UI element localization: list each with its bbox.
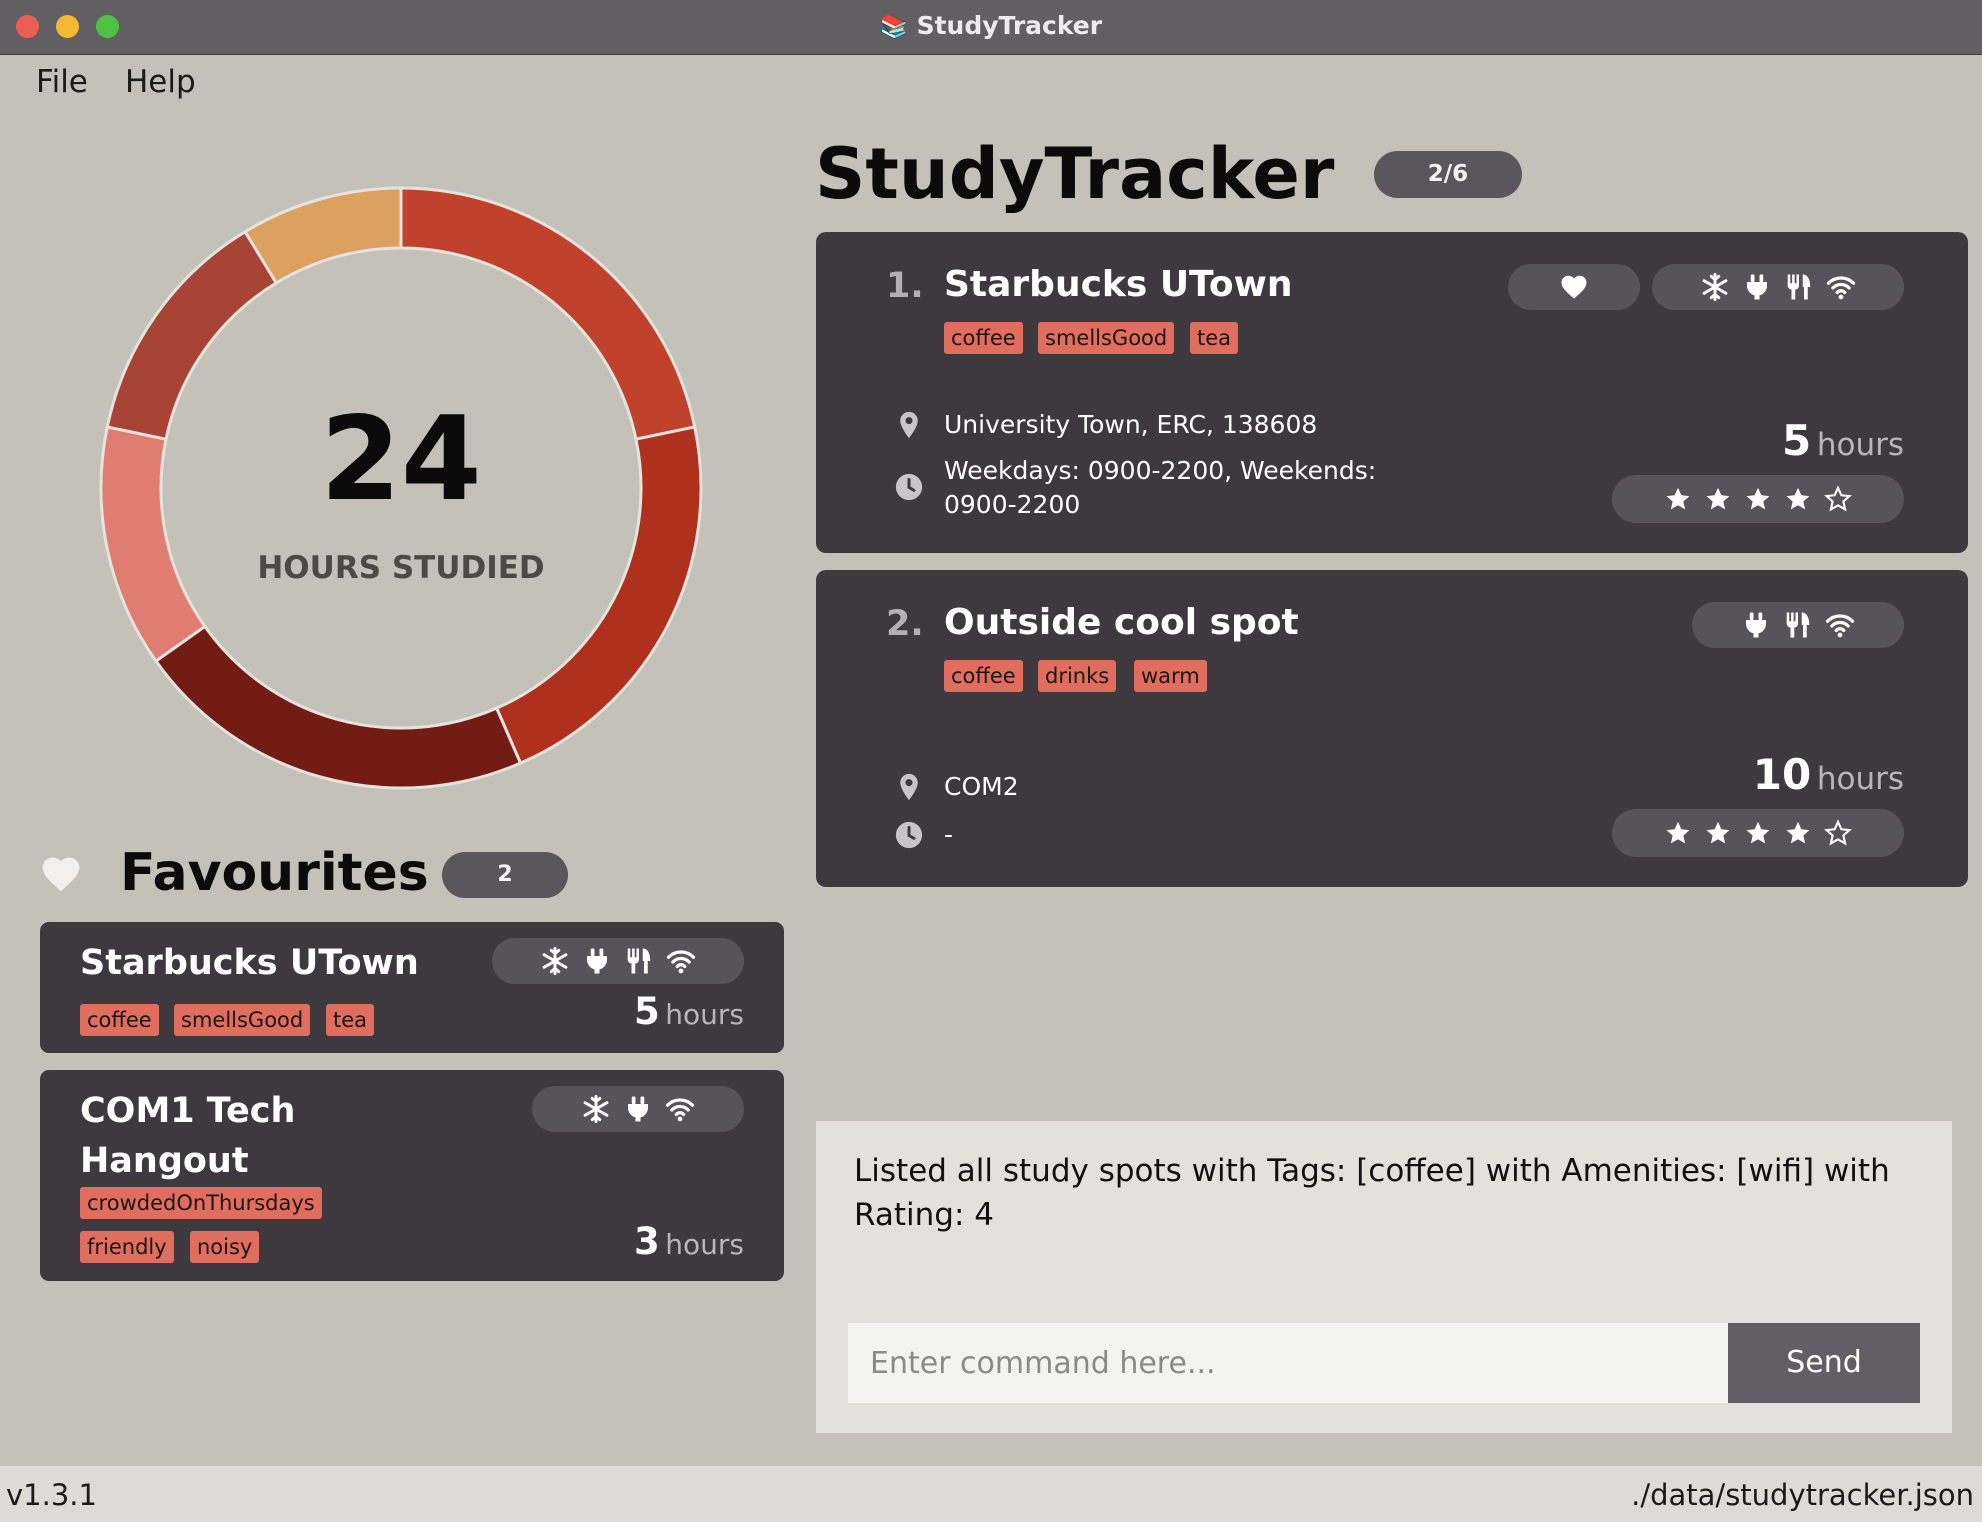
star-filled-icon	[1664, 485, 1692, 513]
spot-address: COM2	[944, 772, 1019, 801]
clock-icon	[894, 472, 924, 502]
menu-file[interactable]: File	[20, 64, 104, 100]
amenities-pill	[1692, 602, 1904, 648]
wifi-icon	[665, 1094, 695, 1124]
spot-index: 2.	[886, 604, 924, 644]
location-pin-icon	[894, 410, 924, 440]
hours-value: 5	[633, 990, 660, 1033]
star-filled-icon	[1784, 819, 1812, 847]
amenities-pill	[492, 938, 744, 984]
list-title: StudyTracker	[815, 133, 1335, 215]
food-icon	[624, 946, 654, 976]
hours-value: 10	[1752, 750, 1812, 799]
charger-icon	[1741, 610, 1771, 640]
hours-unit: hours	[665, 1228, 744, 1261]
charger-icon	[623, 1094, 653, 1124]
charger-icon	[1742, 272, 1772, 302]
send-button[interactable]: Send	[1728, 1323, 1920, 1403]
star-empty-icon	[1824, 485, 1852, 513]
tag: coffee	[944, 660, 1023, 692]
data-file-path: ./data/studytracker.json	[1631, 1478, 1974, 1512]
result-message: Listed all study spots with Tags: [coffe…	[854, 1153, 1890, 1233]
heart-icon	[36, 852, 86, 896]
wifi-icon	[1825, 610, 1855, 640]
favourite-name-line2: Hangout	[80, 1141, 249, 1181]
amenities-pill	[1652, 264, 1904, 310]
window-title-text: StudyTracker	[916, 11, 1103, 40]
favourites-title: Favourites	[120, 843, 429, 903]
food-icon	[1784, 272, 1814, 302]
hours-unit: hours	[1816, 761, 1904, 797]
favourite-name: Starbucks UTown	[80, 943, 419, 983]
spot-studied-hours: 10 hours	[1753, 750, 1904, 799]
tag: tea	[326, 1004, 375, 1036]
star-filled-icon	[1704, 485, 1732, 513]
hours-unit: hours	[665, 998, 744, 1031]
aircon-icon	[581, 1094, 611, 1124]
spot-card[interactable]: 1. Starbucks UTown coffee smellsGood tea…	[816, 232, 1968, 553]
rating-stars	[1612, 809, 1904, 857]
donut-center: 24 HOURS STUDIED	[95, 182, 707, 794]
wifi-icon	[666, 946, 696, 976]
charger-icon	[582, 946, 612, 976]
menu-help[interactable]: Help	[109, 64, 212, 100]
window-title: 📚 StudyTracker	[0, 11, 1982, 40]
star-filled-icon	[1664, 819, 1692, 847]
spot-card[interactable]: 2. Outside cool spot coffee drinks warm …	[816, 570, 1968, 887]
wifi-icon	[1826, 272, 1856, 302]
spot-address: University Town, ERC, 138608	[944, 410, 1318, 439]
total-hours: 24	[320, 392, 482, 527]
hours-unit: hours	[1816, 427, 1904, 463]
tag: smellsGood	[1038, 322, 1175, 354]
title-bar: 📚 StudyTracker	[0, 0, 1982, 55]
spot-opening-hours-line2: 0900-2200	[944, 490, 1081, 519]
star-empty-icon	[1824, 819, 1852, 847]
favourite-button[interactable]	[1508, 264, 1640, 310]
location-pin-icon	[894, 772, 924, 802]
star-filled-icon	[1784, 485, 1812, 513]
spot-name: Outside cool spot	[944, 602, 1299, 643]
result-panel: Listed all study spots with Tags: [coffe…	[816, 1121, 1952, 1433]
tag: tea	[1190, 322, 1239, 354]
spot-index: 1.	[886, 266, 924, 306]
spot-opening-hours: Weekdays: 0900-2200, Weekends:	[944, 456, 1377, 485]
tag: noisy	[190, 1231, 260, 1263]
books-icon: 📚	[879, 14, 909, 40]
tag: crowdedOnThursdays	[80, 1187, 322, 1219]
list-count-badge: 2/6	[1374, 151, 1522, 198]
aircon-icon	[540, 946, 570, 976]
favourite-hours: 5 hours	[634, 990, 744, 1033]
clock-icon	[894, 820, 924, 850]
favourite-card[interactable]: COM1 Tech Hangout crowdedOnThursdays fri…	[40, 1070, 784, 1281]
command-input[interactable]	[848, 1323, 1728, 1403]
menu-bar: File Help	[20, 64, 212, 108]
food-icon	[1783, 610, 1813, 640]
tag: drinks	[1038, 660, 1117, 692]
tag: warm	[1134, 660, 1207, 692]
star-filled-icon	[1744, 485, 1772, 513]
favourites-count-badge: 2	[442, 852, 568, 898]
heart-icon	[1559, 272, 1589, 302]
status-bar: v1.3.1 ./data/studytracker.json	[0, 1466, 1982, 1522]
rating-stars	[1612, 475, 1904, 523]
favourite-name: COM1 Tech	[80, 1091, 296, 1131]
star-filled-icon	[1744, 819, 1772, 847]
favourite-hours: 3 hours	[634, 1220, 744, 1263]
favourite-card[interactable]: Starbucks UTown coffee smellsGood tea 5 …	[40, 922, 784, 1053]
tag: coffee	[944, 322, 1023, 354]
aircon-icon	[1700, 272, 1730, 302]
hours-value: 3	[633, 1220, 660, 1263]
spot-opening-hours: -	[944, 820, 954, 849]
spot-studied-hours: 5 hours	[1782, 416, 1904, 465]
star-filled-icon	[1704, 819, 1732, 847]
amenities-pill	[532, 1086, 744, 1132]
spot-name: Starbucks UTown	[944, 264, 1293, 305]
tag: smellsGood	[174, 1004, 311, 1036]
version-label: v1.3.1	[6, 1478, 97, 1512]
hours-studied-label: HOURS STUDIED	[257, 550, 545, 586]
tag: coffee	[80, 1004, 159, 1036]
tag: friendly	[80, 1231, 174, 1263]
hours-value: 5	[1782, 416, 1812, 465]
